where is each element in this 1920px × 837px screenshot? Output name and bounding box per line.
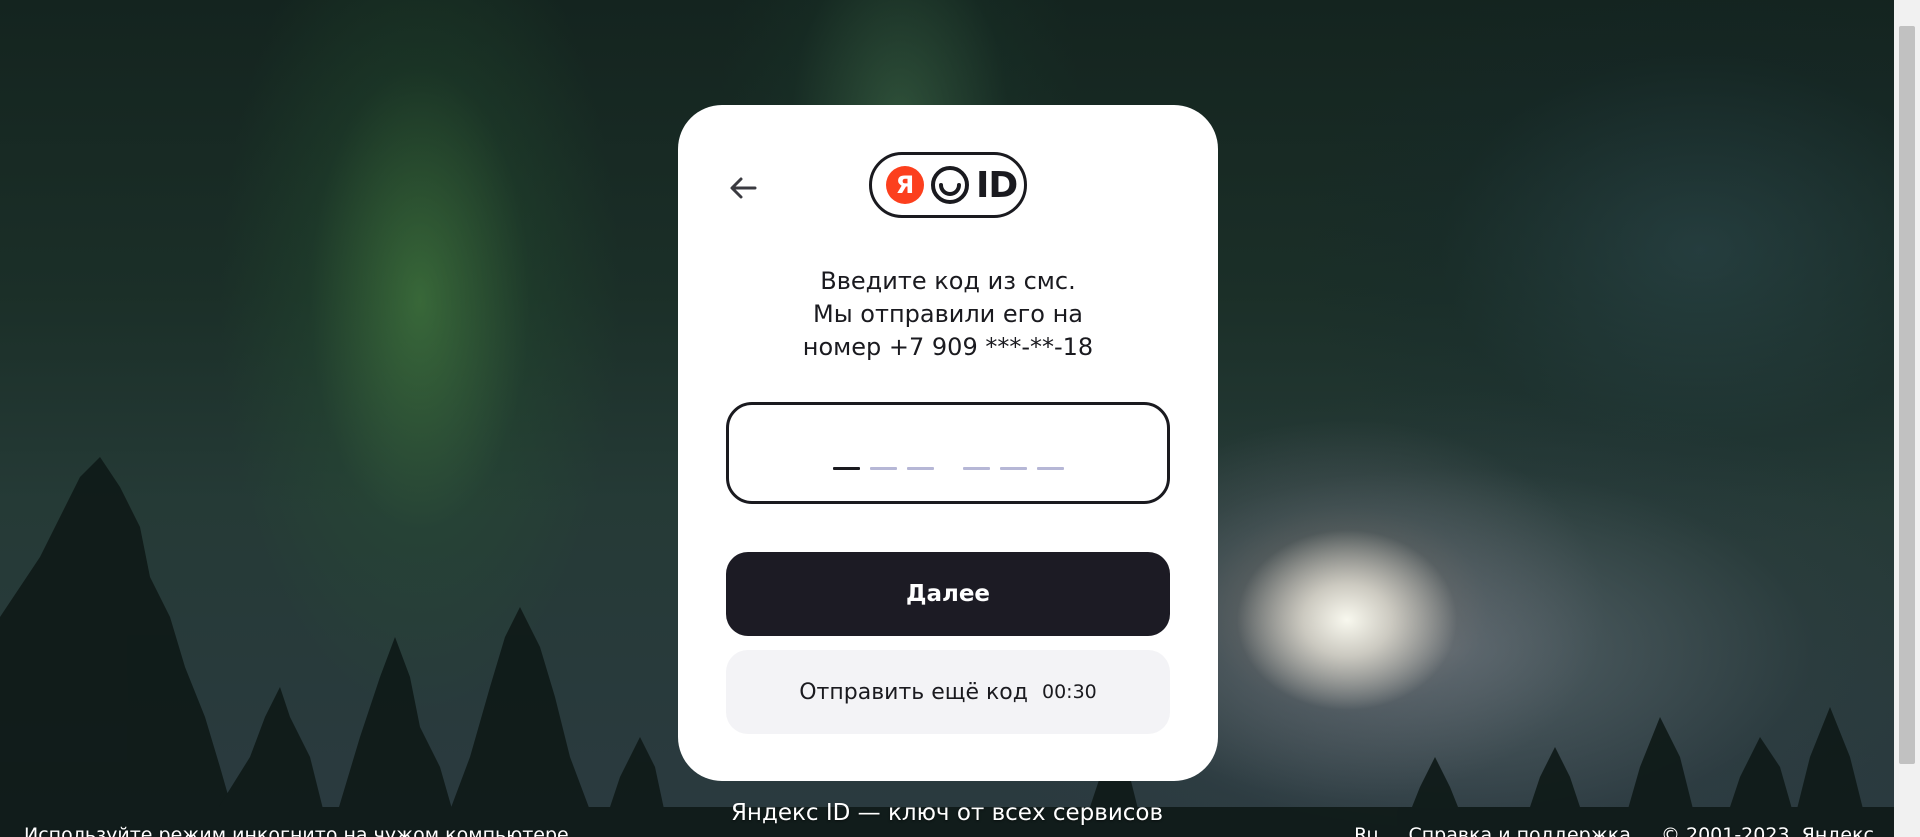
scrollbar-thumb[interactable] xyxy=(1899,26,1915,764)
sms-instructions: Введите код из смс. Мы отправили его на … xyxy=(678,265,1218,364)
resend-code-button[interactable]: Отправить ещё код 00:30 xyxy=(726,650,1170,734)
message-line-2: Мы отправили его на xyxy=(813,300,1083,328)
resend-timer: 00:30 xyxy=(1041,681,1097,703)
resend-label: Отправить ещё код xyxy=(799,679,1028,705)
back-button[interactable] xyxy=(718,163,768,213)
code-slot-2 xyxy=(869,467,897,470)
smile-icon xyxy=(931,166,969,204)
message-line-3: номер +7 909 ***-**-18 xyxy=(802,333,1094,361)
scrollbar[interactable] xyxy=(1894,0,1920,837)
arrow-left-icon xyxy=(730,177,757,199)
tagline: Яндекс ID — ключ от всех сервисов xyxy=(730,800,1164,826)
yandex-id-logo: Я ID xyxy=(869,152,1027,218)
message-line-1: Введите код из смс. xyxy=(820,267,1076,295)
language-switcher[interactable]: Ru xyxy=(1354,824,1378,837)
ya-logo-icon: Я xyxy=(886,166,924,204)
logo-id-text: ID xyxy=(976,164,1018,206)
code-slot-4 xyxy=(962,467,990,470)
sms-code-input[interactable] xyxy=(726,402,1170,504)
next-button[interactable]: Далее xyxy=(726,552,1170,636)
auth-card: Я ID Введите код из смс. Мы отправили ег… xyxy=(678,105,1218,781)
code-slots xyxy=(729,467,1167,470)
footer-links: Ru Справка и поддержка © 2001-2023, Янде… xyxy=(1354,824,1874,837)
copyright: © 2001-2023, Яндекс xyxy=(1660,824,1874,837)
help-link[interactable]: Справка и поддержка xyxy=(1408,824,1630,837)
incognito-hint-link[interactable]: Используйте режим инкогнито на чужом ком… xyxy=(24,824,569,837)
code-slot-6 xyxy=(1036,467,1064,470)
code-slot-5 xyxy=(999,467,1027,470)
code-slot-1 xyxy=(832,467,860,470)
code-slot-3 xyxy=(906,467,934,470)
